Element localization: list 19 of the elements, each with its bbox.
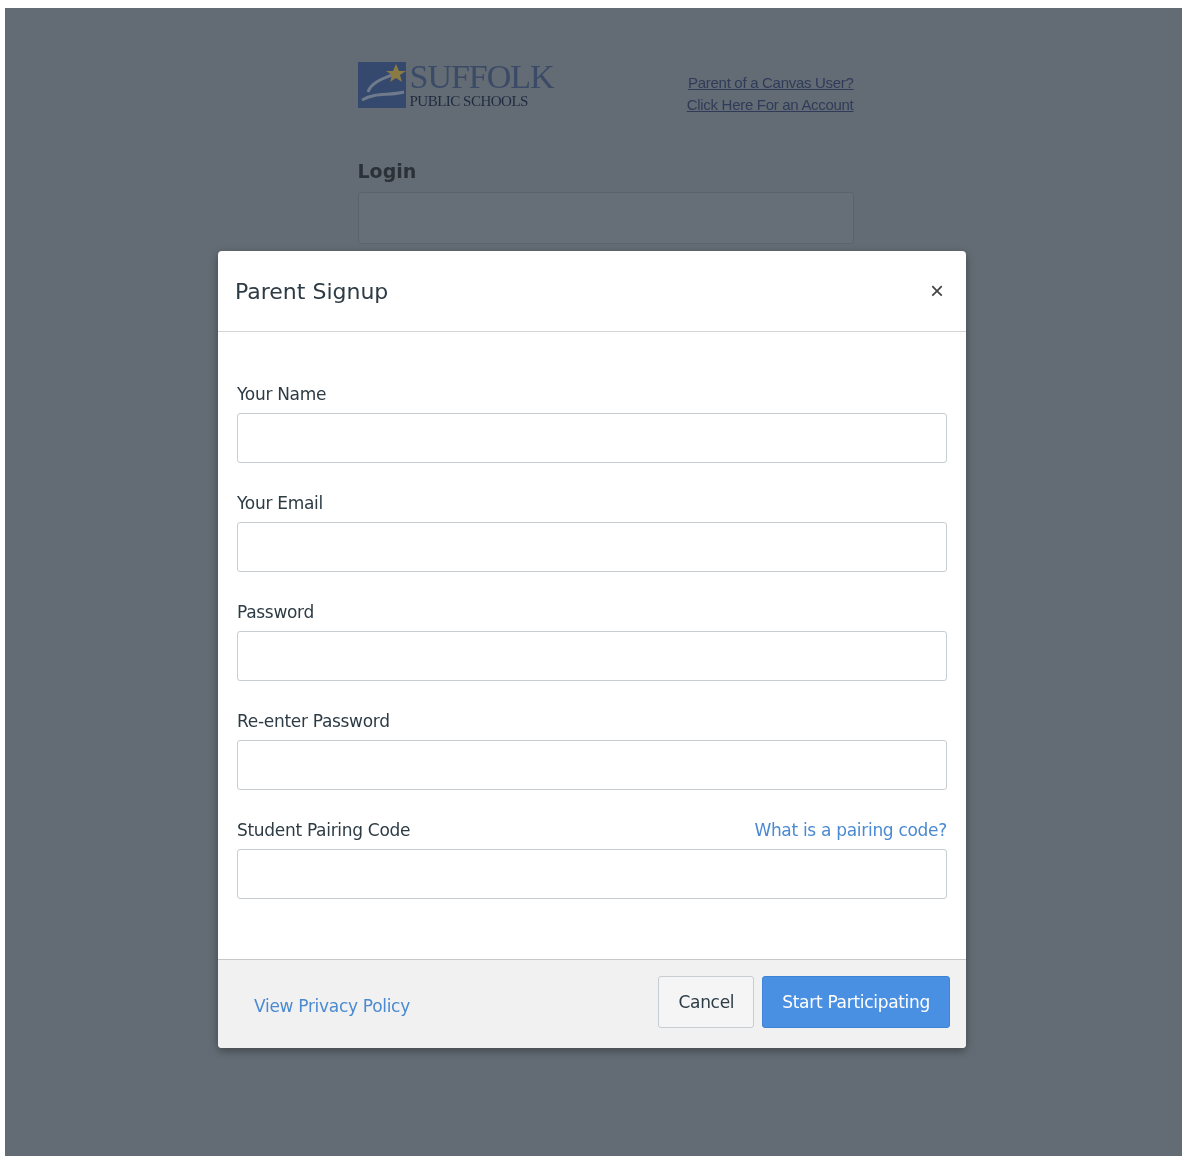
input-field[interactable] <box>237 413 947 463</box>
close-button[interactable]: × <box>926 279 948 303</box>
login-label: Login <box>357 160 418 182</box>
help-link[interactable]: What is a pairing code? <box>754 820 947 840</box>
start-button[interactable]: Start Participating <box>762 976 950 1028</box>
field-label: Student Pairing Code <box>237 820 411 840</box>
privacy-policy-link[interactable]: View Privacy Policy <box>254 996 410 1016</box>
field-label: Your Name <box>237 384 327 404</box>
input-field[interactable] <box>237 631 947 681</box>
input-field[interactable] <box>237 740 947 790</box>
input-field[interactable] <box>237 522 947 572</box>
field-label: Your Email <box>237 493 323 513</box>
school-logo-icon <box>357 61 406 108</box>
logo-subtitle: PUBLIC SCHOOLS <box>409 94 529 109</box>
cancel-button[interactable]: Cancel <box>658 976 755 1028</box>
field-label: Re-enter Password <box>237 711 390 731</box>
field-label: Password <box>237 602 314 622</box>
input-field[interactable] <box>237 849 947 899</box>
dialog-title: Parent Signup <box>235 278 389 304</box>
